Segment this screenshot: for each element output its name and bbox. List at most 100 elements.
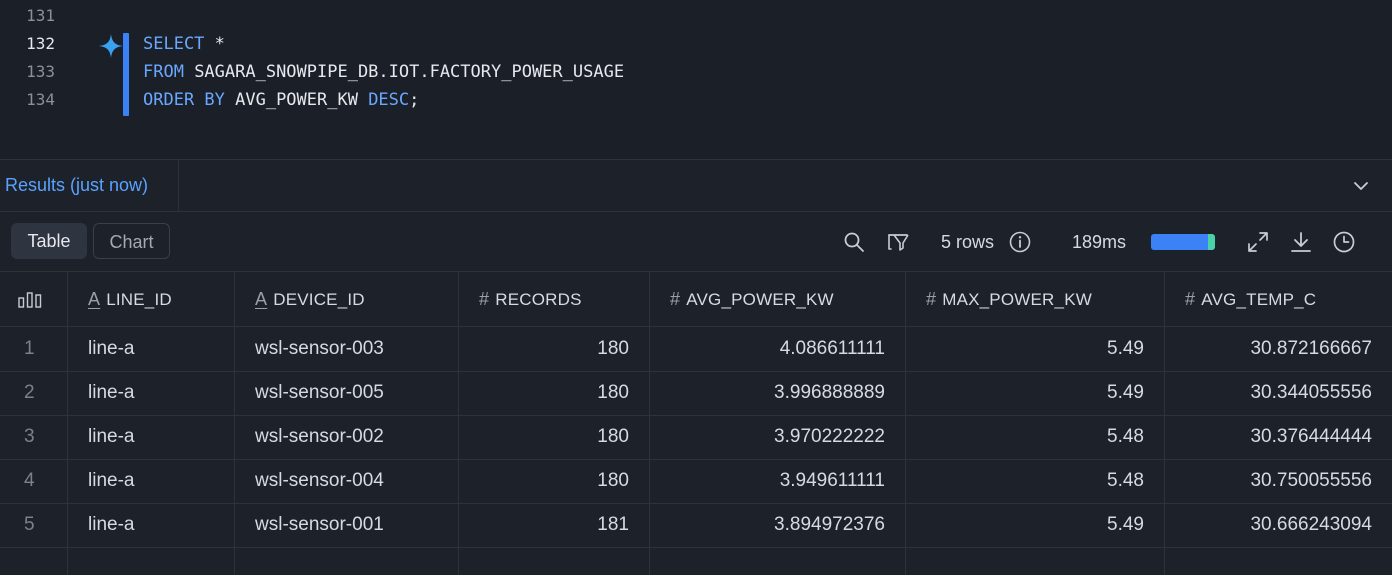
table-row-partial: [0, 547, 1392, 575]
expand-icon[interactable]: [1246, 230, 1270, 254]
code-line[interactable]: 133 FROM SAGARA_SNOWPIPE_DB.IOT.FACTORY_…: [0, 58, 1392, 86]
row-index: 4: [0, 459, 68, 503]
code-line[interactable]: 132 SELECT *: [0, 30, 1392, 58]
table-row[interactable]: 4 line-a wsl-sensor-004 180 3.949611111 …: [0, 459, 1392, 504]
table-cell[interactable]: wsl-sensor-001: [235, 503, 459, 547]
duration-progress-bar: [1151, 234, 1215, 250]
table-cell: [459, 547, 650, 575]
sql-text: *: [204, 34, 225, 54]
table-cell[interactable]: line-a: [68, 459, 235, 503]
code-text[interactable]: ORDER BY AVG_POWER_KW DESC;: [143, 86, 419, 114]
table-cell[interactable]: 180: [459, 459, 650, 503]
code-text[interactable]: FROM SAGARA_SNOWPIPE_DB.IOT.FACTORY_POWE…: [143, 58, 624, 86]
table-cell[interactable]: line-a: [68, 371, 235, 415]
sql-keyword: FROM: [143, 62, 184, 82]
progress-fill: [1151, 234, 1208, 250]
table-cell[interactable]: 30.666243094: [1165, 503, 1392, 547]
row-index: 2: [0, 371, 68, 415]
column-header[interactable]: # RECORDS: [459, 272, 650, 326]
table-view-tab[interactable]: Table: [11, 223, 87, 259]
sql-keyword: DESC: [368, 90, 410, 110]
table-row[interactable]: 5 line-a wsl-sensor-001 181 3.894972376 …: [0, 503, 1392, 548]
row-index: 3: [0, 415, 68, 459]
table-cell[interactable]: 30.376444444: [1165, 415, 1392, 459]
ai-sparkle-icon[interactable]: [98, 33, 124, 59]
table-cell: [1165, 547, 1392, 575]
column-header[interactable]: A LINE_ID: [68, 272, 235, 326]
column-name: AVG_POWER_KW: [686, 290, 834, 309]
table-cell[interactable]: 5.49: [906, 503, 1165, 547]
table-cell[interactable]: 4.086611111: [650, 327, 906, 371]
table-cell[interactable]: 180: [459, 415, 650, 459]
table-cell[interactable]: 30.344055556: [1165, 371, 1392, 415]
column-stats-header[interactable]: [0, 272, 68, 326]
line-number: 131: [26, 6, 55, 25]
table-row[interactable]: 1 line-a wsl-sensor-003 180 4.086611111 …: [0, 327, 1392, 372]
table-cell[interactable]: 3.996888889: [650, 371, 906, 415]
row-index: 5: [0, 503, 68, 547]
chevron-down-icon[interactable]: [1352, 177, 1370, 195]
table-cell[interactable]: 5.48: [906, 415, 1165, 459]
row-index: 1: [0, 327, 68, 371]
table-cell: [68, 547, 235, 575]
table-cell[interactable]: 30.750055556: [1165, 459, 1392, 503]
results-header: Results (just now): [0, 160, 1392, 212]
column-header[interactable]: A DEVICE_ID: [235, 272, 459, 326]
text-type-icon: A: [255, 289, 268, 309]
number-type-icon: #: [926, 289, 937, 309]
table-cell[interactable]: 181: [459, 503, 650, 547]
code-line[interactable]: 134 ORDER BY AVG_POWER_KW DESC;: [0, 86, 1392, 114]
row-count: 5 rows: [941, 232, 995, 252]
table-cell[interactable]: line-a: [68, 503, 235, 547]
info-icon[interactable]: [1008, 230, 1032, 254]
progress-tail: [1208, 234, 1215, 250]
table-cell: [0, 547, 68, 575]
filter-icon[interactable]: [886, 230, 910, 254]
column-header[interactable]: # MAX_POWER_KW: [906, 272, 1165, 326]
column-header[interactable]: # AVG_POWER_KW: [650, 272, 906, 326]
table-cell[interactable]: line-a: [68, 327, 235, 371]
code-text[interactable]: SELECT *: [143, 30, 225, 58]
table-cell[interactable]: wsl-sensor-003: [235, 327, 459, 371]
download-icon[interactable]: [1289, 230, 1313, 254]
table-cell[interactable]: 3.949611111: [650, 459, 906, 503]
table-cell[interactable]: 5.49: [906, 371, 1165, 415]
table-row[interactable]: 3 line-a wsl-sensor-002 180 3.970222222 …: [0, 415, 1392, 460]
column-name: LINE_ID: [106, 290, 172, 309]
line-number: 133: [26, 62, 55, 81]
column-name: AVG_TEMP_C: [1201, 290, 1317, 309]
column-header[interactable]: # AVG_TEMP_C: [1165, 272, 1392, 326]
results-table: A LINE_ID A DEVICE_ID # RECORDS # AVG_POWER_…: [0, 271, 1392, 575]
table-cell[interactable]: 30.872166667: [1165, 327, 1392, 371]
sql-keyword: SELECT: [143, 34, 205, 54]
results-tab[interactable]: Results (just now): [0, 160, 179, 211]
sql-keyword: ORDER BY: [143, 90, 225, 110]
results-panel: Results (just now) Table Chart 5 rows 18…: [0, 159, 1392, 575]
line-number: 132: [26, 34, 55, 53]
table-cell: [650, 547, 906, 575]
table-cell[interactable]: 180: [459, 327, 650, 371]
column-name: RECORDS: [495, 290, 582, 309]
sql-editor[interactable]: 131 132 SELECT * 133 FROM SAGARA_SNOWPIP…: [0, 0, 1392, 160]
column-stats-icon[interactable]: [18, 290, 42, 308]
table-header: A LINE_ID A DEVICE_ID # RECORDS # AVG_POWER_…: [0, 272, 1392, 327]
table-cell[interactable]: 5.49: [906, 327, 1165, 371]
table-cell[interactable]: wsl-sensor-002: [235, 415, 459, 459]
number-type-icon: #: [1185, 289, 1196, 309]
table-cell[interactable]: wsl-sensor-004: [235, 459, 459, 503]
sql-text: SAGARA_SNOWPIPE_DB.IOT.FACTORY_POWER_USA…: [183, 62, 625, 82]
table-cell[interactable]: 3.970222222: [650, 415, 906, 459]
table-cell[interactable]: wsl-sensor-005: [235, 371, 459, 415]
table-row[interactable]: 2 line-a wsl-sensor-005 180 3.996888889 …: [0, 371, 1392, 416]
sql-text: ;: [409, 90, 420, 110]
search-icon[interactable]: [842, 230, 866, 254]
table-cell[interactable]: 3.894972376: [650, 503, 906, 547]
table-cell[interactable]: 180: [459, 371, 650, 415]
chart-view-tab[interactable]: Chart: [93, 223, 170, 259]
text-type-icon: A: [88, 289, 101, 309]
history-icon[interactable]: [1332, 230, 1356, 254]
table-cell[interactable]: line-a: [68, 415, 235, 459]
line-number: 134: [26, 90, 55, 109]
code-line[interactable]: 131: [0, 2, 1392, 30]
table-cell[interactable]: 5.48: [906, 459, 1165, 503]
